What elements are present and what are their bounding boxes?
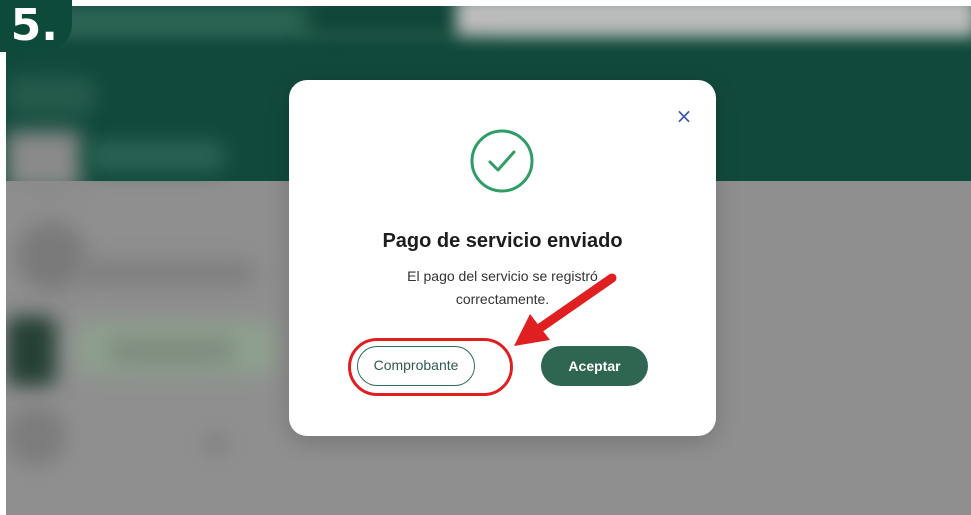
background-blob xyxy=(106,336,236,366)
close-icon[interactable]: × xyxy=(673,105,695,127)
page-frame: 5. × Pago de servicio enviado El pago de… xyxy=(0,0,971,515)
background-blob xyxy=(6,76,96,116)
red-arrow-icon xyxy=(514,273,617,346)
background-blob xyxy=(76,261,256,286)
background-blob xyxy=(206,434,226,454)
step-number: 5. xyxy=(10,0,58,51)
background-blob xyxy=(6,406,66,466)
background-blob xyxy=(16,221,86,291)
highlight-ring xyxy=(348,338,513,396)
background-blob xyxy=(6,316,56,386)
background-blob xyxy=(456,6,971,36)
background-blob xyxy=(86,141,226,171)
check-circle-icon xyxy=(470,129,534,193)
step-badge: 5. xyxy=(0,0,72,52)
dialog-title: Pago de servicio enviado xyxy=(382,230,623,252)
background-blob xyxy=(6,131,81,191)
